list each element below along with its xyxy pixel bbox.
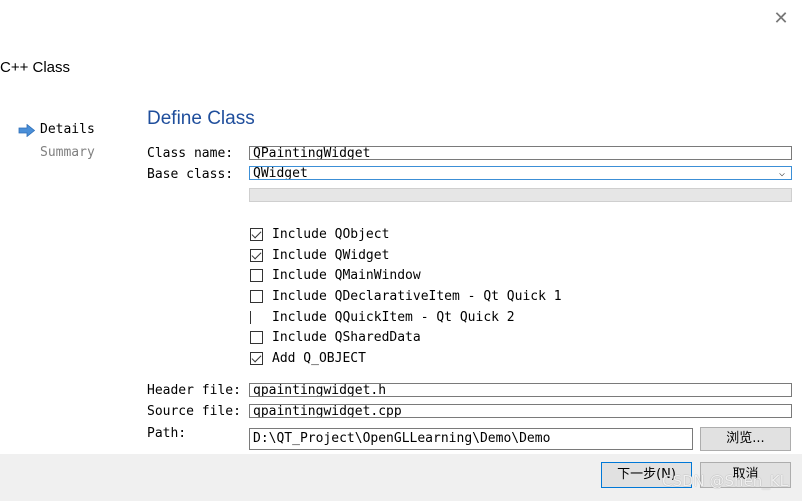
- checkbox-add-q-object[interactable]: Add Q_OBJECT: [250, 349, 366, 367]
- path-input[interactable]: D:\QT_Project\OpenGLLearning\Demo\Demo: [249, 428, 693, 450]
- base-class-select[interactable]: QWidget ⌵: [249, 166, 792, 180]
- chevron-down-icon: ⌵: [778, 168, 785, 179]
- sidebar-item-summary: Summary: [40, 145, 95, 160]
- header-file-input[interactable]: qpaintingwidget.h: [249, 383, 792, 397]
- checkbox-box[interactable]: [250, 268, 263, 282]
- checkbox-label: Include QObject: [272, 226, 390, 242]
- base-class-label: Base class:: [147, 167, 234, 182]
- checkbox-box[interactable]: [250, 289, 263, 303]
- source-file-input[interactable]: qpaintingwidget.cpp: [249, 404, 792, 418]
- sidebar-item-details: Details: [40, 122, 95, 137]
- checkbox-box[interactable]: [250, 248, 263, 262]
- checkbox-include-qdeclarativeitem[interactable]: Include QDeclarativeItem - Qt Quick 1: [250, 287, 562, 305]
- source-file-label: Source file:: [147, 404, 241, 419]
- checkbox-include-qwidget[interactable]: Include QWidget: [250, 246, 389, 264]
- class-name-label: Class name:: [147, 146, 234, 161]
- page-title: Define Class: [147, 108, 255, 129]
- checkbox-box[interactable]: [250, 227, 263, 241]
- base-class-value: QWidget: [253, 166, 308, 180]
- checkbox-box[interactable]: [250, 330, 263, 344]
- class-name-input[interactable]: QPaintingWidget: [249, 146, 792, 160]
- checkbox-label: Include QWidget: [272, 247, 390, 263]
- wizard-title: C++ Class: [0, 59, 71, 76]
- checkbox-include-qshareddata[interactable]: Include QSharedData: [250, 328, 421, 346]
- checkbox-include-qmainwindow[interactable]: Include QMainWindow: [250, 266, 421, 284]
- path-label: Path:: [147, 426, 187, 441]
- checkbox-include-qquickitem[interactable]: Include QQuickItem - Qt Quick 2: [250, 308, 515, 326]
- browse-button[interactable]: 浏览...: [700, 427, 791, 451]
- checkbox-label: Include QQuickItem - Qt Quick 2: [272, 309, 515, 325]
- progress-bar: [249, 188, 792, 202]
- checkbox-box[interactable]: [250, 310, 263, 324]
- header-file-label: Header file:: [147, 383, 241, 398]
- watermark: CSDN @Shen_KL: [662, 472, 788, 490]
- checkbox-label: Include QDeclarativeItem - Qt Quick 1: [272, 288, 562, 304]
- checkbox-label: Add Q_OBJECT: [272, 350, 366, 366]
- right-arrow-icon: [18, 124, 36, 137]
- checkbox-label: Include QSharedData: [272, 329, 421, 345]
- checkbox-box[interactable]: [250, 351, 263, 365]
- checkbox-label: Include QMainWindow: [272, 267, 421, 283]
- checkbox-include-qobject[interactable]: Include QObject: [250, 225, 389, 243]
- close-icon[interactable]: ✕: [770, 8, 792, 30]
